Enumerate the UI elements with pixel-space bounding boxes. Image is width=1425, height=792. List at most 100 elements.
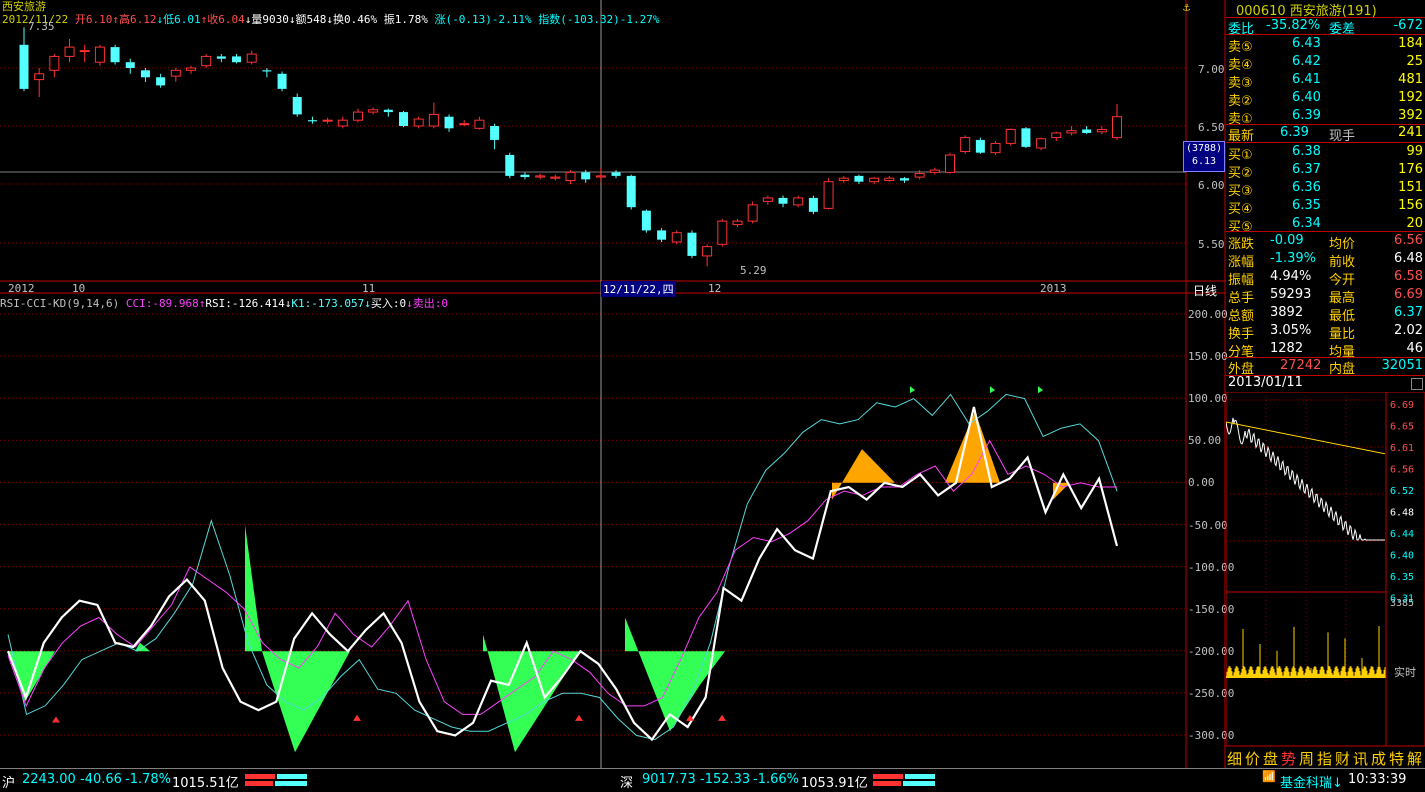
intraday-price-label: 6.65 bbox=[1390, 422, 1414, 433]
indicator-buy: 买入:0 bbox=[370, 297, 407, 310]
anchor-icon[interactable]: ⚓ bbox=[1183, 0, 1190, 14]
candle-body bbox=[201, 55, 212, 67]
sell-level-volume: 184 bbox=[1398, 36, 1423, 51]
tab-3[interactable]: 势 bbox=[1281, 748, 1296, 769]
tab-9[interactable]: 特 bbox=[1389, 748, 1404, 769]
cursor-date-label: 12/11/22,四 bbox=[601, 281, 676, 297]
candle-body bbox=[687, 232, 697, 256]
buy-level-volume: 151 bbox=[1398, 180, 1423, 195]
candle-body bbox=[823, 181, 834, 209]
sell-level-price: 6.41 bbox=[1292, 72, 1321, 87]
buy-level-price: 6.36 bbox=[1292, 180, 1321, 195]
sell-level-row: 卖① 6.39 392 bbox=[1226, 107, 1425, 127]
candle bbox=[49, 54, 60, 78]
cursor-price-value: 6.13 bbox=[1191, 156, 1217, 167]
candle bbox=[277, 71, 287, 92]
buy-level-price: 6.37 bbox=[1292, 162, 1321, 177]
cursor-volume-num: (3788) bbox=[1185, 143, 1223, 154]
buy-level-volume: 20 bbox=[1406, 216, 1423, 231]
info-amount: ↓额548 bbox=[288, 13, 327, 26]
candle-body bbox=[884, 177, 895, 182]
candle bbox=[975, 137, 985, 154]
indicator-name[interactable]: RSI-CCI-KD(9,14,6) bbox=[0, 297, 119, 310]
stat-value: 1282 bbox=[1270, 341, 1304, 356]
candle-body bbox=[565, 171, 576, 182]
kline-chart-area[interactable] bbox=[0, 0, 1226, 768]
candle bbox=[869, 177, 880, 184]
candle-body bbox=[1005, 128, 1016, 144]
candlestick-series bbox=[19, 27, 1122, 267]
candle bbox=[459, 120, 470, 126]
indicator-axis-label: 0.00 bbox=[1188, 476, 1215, 490]
tab-8[interactable]: 成 bbox=[1371, 748, 1386, 769]
candle bbox=[945, 152, 956, 174]
candle bbox=[1051, 131, 1062, 142]
sh-index[interactable]: 2243.00 bbox=[22, 772, 76, 787]
candle-body bbox=[79, 50, 90, 53]
period-label[interactable]: 日线 bbox=[1193, 282, 1217, 299]
intraday-chart[interactable]: 6.696.656.616.566.526.486.446.406.356.31… bbox=[1226, 392, 1425, 747]
tab-4[interactable]: 周 bbox=[1299, 748, 1314, 769]
stat-value: 3892 bbox=[1270, 305, 1304, 320]
signal-icon[interactable]: 📶 bbox=[1262, 770, 1276, 783]
intraday-price-label: 6.52 bbox=[1390, 486, 1414, 497]
candle bbox=[1082, 126, 1092, 135]
price-axis-label: 6.00 bbox=[1198, 179, 1225, 192]
candle-body bbox=[64, 46, 75, 57]
candle bbox=[854, 174, 864, 184]
latest-value: 6.39 bbox=[1280, 125, 1309, 140]
intraday-vol-max: 3385 bbox=[1390, 598, 1414, 609]
sh-label: 沪 bbox=[2, 776, 16, 791]
sz-index[interactable]: 9017.73 bbox=[642, 772, 696, 787]
candle bbox=[687, 230, 697, 259]
tab-6[interactable]: 财 bbox=[1335, 748, 1350, 769]
buy-signal-marker bbox=[52, 716, 60, 723]
tab-2[interactable]: 盘 bbox=[1263, 748, 1278, 769]
quote-panel: 000610 西安旅游(191) 委比 -35.82% 委差 -672 卖⑤ 6.… bbox=[1226, 0, 1425, 791]
info-high: ↑高6.12 bbox=[112, 13, 157, 26]
fund-ticker[interactable]: 基金科瑞↓ bbox=[1280, 772, 1343, 791]
sell-level-row: 卖④ 6.42 25 bbox=[1226, 53, 1425, 73]
candle bbox=[671, 230, 682, 245]
stat-value: -1.39% bbox=[1270, 251, 1316, 266]
clock-time: 10:33:39 bbox=[1348, 772, 1407, 787]
candle-body bbox=[854, 175, 864, 182]
buy-signal-marker bbox=[353, 714, 361, 721]
candle bbox=[535, 173, 546, 180]
candle-body bbox=[945, 154, 956, 173]
price-axis-label: 5.50 bbox=[1198, 238, 1225, 251]
candle-body bbox=[185, 67, 196, 71]
stat-row: 总额 3892 最低 6.37 bbox=[1226, 304, 1425, 324]
stat-value: 2.02 bbox=[1394, 323, 1423, 338]
candle-body bbox=[505, 155, 515, 176]
candle-body bbox=[94, 46, 105, 63]
candle bbox=[368, 107, 379, 115]
info-index: 指数(-103.32)-1.27% bbox=[538, 13, 660, 26]
time-axis-label: 2013 bbox=[1040, 282, 1067, 295]
candle bbox=[1066, 126, 1077, 136]
stat-value: 6.69 bbox=[1394, 287, 1423, 302]
tab-7[interactable]: 讯 bbox=[1353, 748, 1368, 769]
scroll-icon[interactable] bbox=[1411, 378, 1423, 390]
candle bbox=[1096, 126, 1107, 135]
indicator-axis-label: 150.00 bbox=[1188, 350, 1228, 364]
tab-0[interactable]: 细 bbox=[1227, 748, 1242, 769]
candle-body bbox=[717, 220, 728, 245]
candle-body bbox=[428, 113, 439, 127]
tab-10[interactable]: 解 bbox=[1407, 748, 1422, 769]
candle-body bbox=[960, 137, 971, 153]
sell-signal-marker bbox=[910, 386, 915, 394]
low-price-mark: 5.29 bbox=[740, 264, 767, 277]
indicator-axis-label: 50.00 bbox=[1188, 434, 1222, 448]
candle-body bbox=[535, 175, 546, 178]
candle-body bbox=[140, 70, 150, 78]
candle bbox=[778, 195, 788, 208]
candle-body bbox=[581, 172, 591, 180]
stat-value: 4.94% bbox=[1270, 269, 1312, 284]
stat-value: 59293 bbox=[1270, 287, 1312, 302]
candle-body bbox=[520, 174, 530, 178]
candle-body bbox=[383, 109, 393, 113]
tab-5[interactable]: 指 bbox=[1317, 748, 1332, 769]
tab-1[interactable]: 价 bbox=[1245, 748, 1260, 769]
time-axis-label: 11 bbox=[362, 282, 376, 295]
